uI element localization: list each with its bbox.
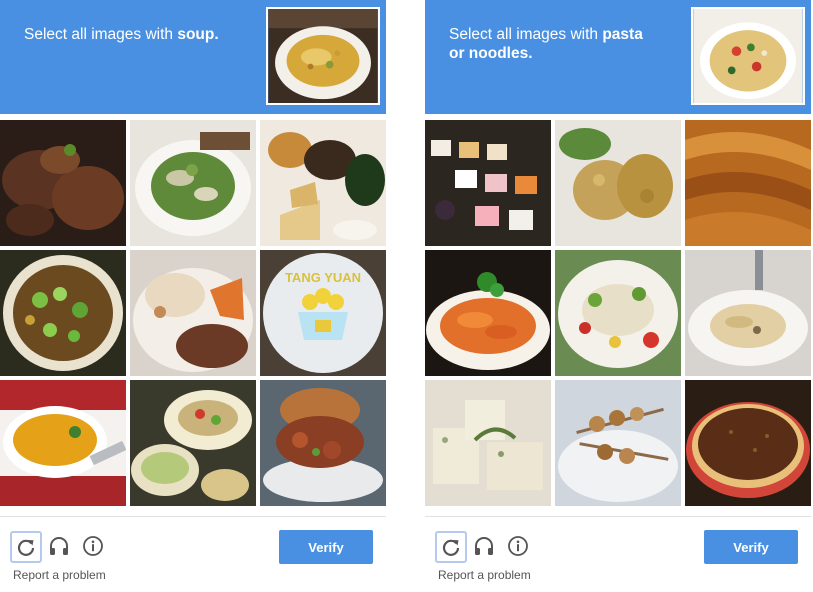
challenge-instruction: Select all images with pasta or noodles. <box>449 25 659 63</box>
tile-soap-bars[interactable] <box>425 380 551 506</box>
tile-tang-yuan[interactable]: TANG YUAN <box>260 250 386 376</box>
instruction-target: soup. <box>177 26 219 43</box>
reload-icon <box>442 539 460 556</box>
headphones-icon <box>50 537 68 555</box>
challenge-instruction: Select all images with soup. <box>24 25 234 44</box>
tile-green-salad[interactable] <box>130 120 256 246</box>
info-icon <box>508 536 528 556</box>
tile-cake-display[interactable] <box>425 120 551 246</box>
reload-button[interactable] <box>435 531 467 563</box>
reload-icon <box>17 539 35 556</box>
challenge-header: Select all images with soup. <box>0 0 386 114</box>
tile-salad-plate[interactable] <box>555 250 681 376</box>
verify-button[interactable]: Verify <box>279 530 373 564</box>
info-button[interactable] <box>503 531 533 561</box>
captcha-soup: Select all images with soup. TANG YUAN R… <box>0 0 386 592</box>
tile-green-onion-soup[interactable] <box>0 250 126 376</box>
tile-fettuccine[interactable] <box>685 250 811 376</box>
audio-challenge-button[interactable] <box>469 531 499 561</box>
captcha-pasta: Select all images with pasta or noodles. <box>425 0 811 592</box>
image-grid: TANG YUAN <box>0 120 386 506</box>
report-problem-link[interactable]: Report a problem <box>13 568 106 582</box>
sample-image <box>693 9 803 103</box>
tile-appetizer-platter[interactable] <box>260 120 386 246</box>
instruction-prefix: Select all images with <box>24 26 178 43</box>
footer-divider <box>0 516 386 517</box>
instruction-prefix: Select all images with <box>449 26 603 43</box>
headphones-icon <box>475 537 493 555</box>
image-grid <box>425 120 811 506</box>
reload-button[interactable] <box>10 531 42 563</box>
tile-pumpkin-soup[interactable] <box>0 380 126 506</box>
tile-skewers[interactable] <box>555 380 681 506</box>
info-button[interactable] <box>78 531 108 561</box>
verify-button[interactable]: Verify <box>704 530 798 564</box>
tile-pulled-pork-burger[interactable] <box>260 380 386 506</box>
tile-salad-dish[interactable] <box>130 380 256 506</box>
info-icon <box>83 536 103 556</box>
tile-spaghetti[interactable] <box>425 250 551 376</box>
sample-image-pasta <box>691 7 805 105</box>
tile-braised-meat[interactable] <box>0 120 126 246</box>
challenge-header: Select all images with pasta or noodles. <box>425 0 811 114</box>
svg-text:TANG YUAN: TANG YUAN <box>285 270 361 285</box>
report-problem-link[interactable]: Report a problem <box>438 568 531 582</box>
tile-woven-fabric[interactable] <box>685 120 811 246</box>
audio-challenge-button[interactable] <box>44 531 74 561</box>
sample-image <box>268 9 378 103</box>
footer-divider <box>425 516 811 517</box>
tile-grilled-fish[interactable] <box>130 250 256 376</box>
tile-fried-chicken[interactable] <box>555 120 681 246</box>
sample-image-soup <box>266 7 380 105</box>
tile-chocolate-tart[interactable] <box>685 380 811 506</box>
